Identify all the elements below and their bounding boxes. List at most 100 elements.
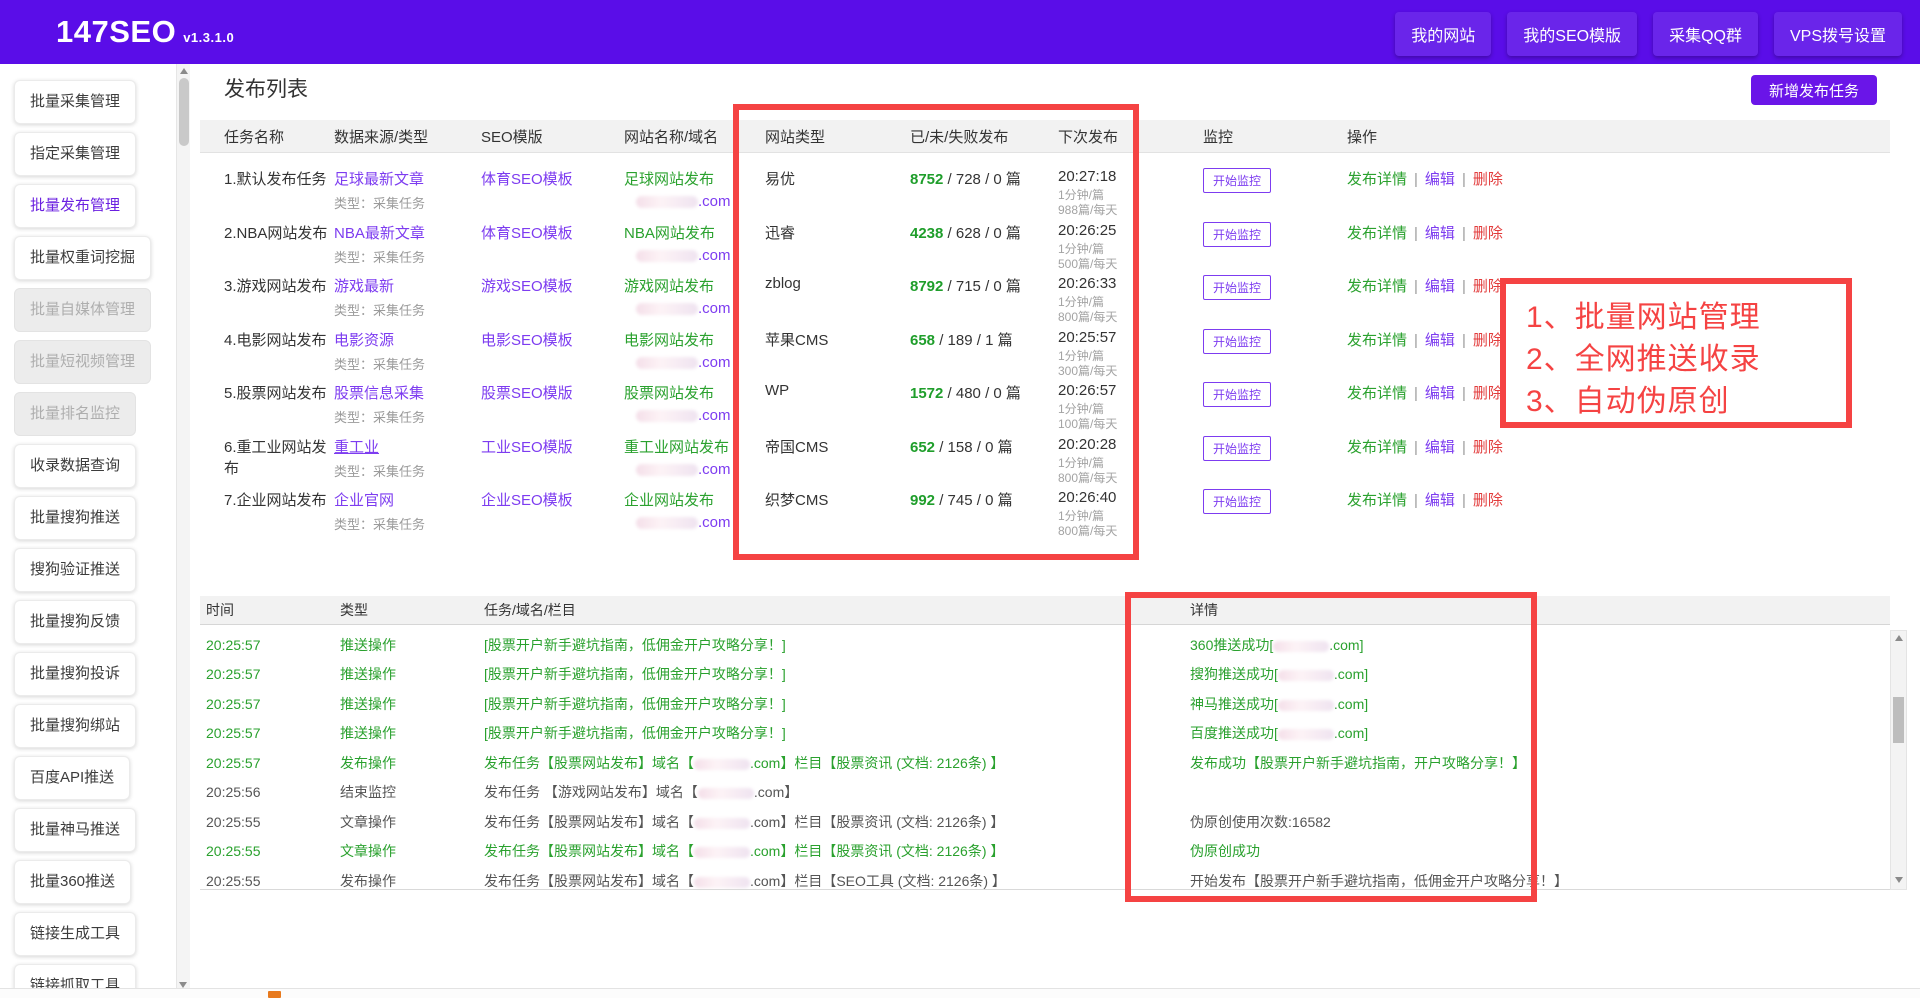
publish-detail-link[interactable]: 发布详情 [1347, 225, 1407, 242]
sidebar-item-16[interactable]: 批量360推送 [14, 860, 131, 904]
publish-detail-link[interactable]: 发布详情 [1347, 332, 1407, 349]
monitor-cell: 开始监控 [1203, 329, 1347, 371]
sidebar-item-5: 批量自媒体管理 [14, 288, 151, 332]
log-type: 推送操作 [340, 635, 484, 655]
data-source-link[interactable]: 游戏最新 [334, 278, 394, 295]
data-source-link[interactable]: 足球最新文章 [334, 171, 424, 188]
nav-item-3[interactable]: 采集QQ群 [1653, 12, 1758, 56]
log-detail: 360推送成功[.com] [1190, 635, 1890, 655]
sidebar-item-8[interactable]: 收录数据查询 [14, 444, 136, 488]
sidebar-item-13[interactable]: 批量搜狗绑站 [14, 704, 136, 748]
next-publish-cell: 20:26:571分钟/篇100篇/每天 [1058, 382, 1203, 424]
publish-detail-link[interactable]: 发布详情 [1347, 171, 1407, 188]
start-monitor-button[interactable]: 开始监控 [1203, 489, 1271, 514]
seo-template-link[interactable]: 体育SEO模板 [481, 171, 573, 188]
sidebar-item-3[interactable]: 批量发布管理 [14, 184, 136, 228]
publish-counts: 4238 / 628 / 0 篇 [910, 222, 1058, 264]
next-publish-time: 20:26:25 [1058, 222, 1203, 239]
start-monitor-button[interactable]: 开始监控 [1203, 222, 1271, 247]
sidebar-item-1[interactable]: 批量采集管理 [14, 80, 136, 124]
publish-table-row: 1.默认发布任务足球最新文章类型：采集任务体育SEO模板足球网站发布.com易优… [200, 156, 1890, 210]
log-scrollbar-thumb[interactable] [1893, 697, 1904, 743]
edit-link[interactable]: 编辑 [1425, 439, 1455, 456]
delete-link[interactable]: 删除 [1473, 492, 1503, 509]
edit-link[interactable]: 编辑 [1425, 385, 1455, 402]
next-publish-cell: 20:26:331分钟/篇800篇/每天 [1058, 275, 1203, 317]
delete-link[interactable]: 删除 [1473, 278, 1503, 295]
sidebar-item-17[interactable]: 链接生成工具 [14, 912, 136, 956]
delete-link[interactable]: 删除 [1473, 171, 1503, 188]
nav-item-4[interactable]: VPS拨号设置 [1774, 12, 1902, 56]
publish-detail-link[interactable]: 发布详情 [1347, 439, 1407, 456]
seo-template-link[interactable]: 电影SEO模板 [481, 332, 573, 349]
data-source-link[interactable]: 股票信息采集 [334, 385, 424, 402]
log-scrollbar[interactable] [1890, 630, 1907, 890]
log-detail-suffix: .com] [1334, 666, 1368, 682]
sidebar-item-10[interactable]: 搜狗验证推送 [14, 548, 136, 592]
sidebar-scrollbar[interactable] [176, 64, 190, 998]
site-domain[interactable]: .com [624, 407, 765, 424]
start-monitor-button[interactable]: 开始监控 [1203, 168, 1271, 193]
site-domain[interactable]: .com [624, 354, 765, 371]
data-source-link[interactable]: 重工业 [334, 439, 379, 456]
sidebar-item-9[interactable]: 批量搜狗推送 [14, 496, 136, 540]
scroll-up-icon[interactable] [1895, 635, 1903, 641]
site-domain[interactable]: .com [624, 247, 765, 264]
edit-link[interactable]: 编辑 [1425, 171, 1455, 188]
delete-link[interactable]: 删除 [1473, 385, 1503, 402]
delete-link[interactable]: 删除 [1473, 225, 1503, 242]
publish-detail-link[interactable]: 发布详情 [1347, 492, 1407, 509]
start-monitor-button[interactable]: 开始监控 [1203, 329, 1271, 354]
sidebar-scrollbar-thumb[interactable] [179, 78, 189, 146]
nav-item-1[interactable]: 我的网站 [1395, 12, 1491, 56]
delete-link[interactable]: 删除 [1473, 332, 1503, 349]
data-source-link[interactable]: NBA最新文章 [334, 225, 425, 242]
source-type-label: 类型：采集任务 [334, 461, 481, 480]
seo-template-link[interactable]: 企业SEO模板 [481, 492, 573, 509]
sidebar-item-4[interactable]: 批量权重词挖掘 [14, 236, 151, 280]
add-publish-task-button[interactable]: 新增发布任务 [1751, 75, 1877, 105]
sidebar-item-11[interactable]: 批量搜狗反馈 [14, 600, 136, 644]
start-monitor-button[interactable]: 开始监控 [1203, 436, 1271, 461]
seo-template-link[interactable]: 体育SEO模板 [481, 225, 573, 242]
edit-link[interactable]: 编辑 [1425, 278, 1455, 295]
publish-detail-link[interactable]: 发布详情 [1347, 278, 1407, 295]
sidebar-item-14[interactable]: 百度API推送 [14, 756, 130, 800]
next-publish-cell: 20:26:401分钟/篇800篇/每天 [1058, 489, 1203, 531]
data-source-link[interactable]: 电影资源 [334, 332, 394, 349]
seo-template-link[interactable]: 工业SEO模版 [481, 439, 573, 456]
start-monitor-button[interactable]: 开始监控 [1203, 382, 1271, 407]
data-source-link[interactable]: 企业官网 [334, 492, 394, 509]
sidebar-item-15[interactable]: 批量神马推送 [14, 808, 136, 852]
publish-detail-link[interactable]: 发布详情 [1347, 385, 1407, 402]
seo-template-link[interactable]: 股票SEO模版 [481, 385, 573, 402]
daily-line: 100篇/每天 [1058, 417, 1203, 432]
scroll-up-icon[interactable] [180, 68, 188, 74]
sidebar-item-2[interactable]: 指定采集管理 [14, 132, 136, 176]
published-count: 652 [910, 439, 935, 456]
delete-link[interactable]: 删除 [1473, 439, 1503, 456]
edit-link[interactable]: 编辑 [1425, 492, 1455, 509]
site-domain[interactable]: .com [624, 461, 765, 478]
log-detail-prefix: 百度推送成功[ [1190, 725, 1278, 741]
rate-line: 1分钟/篇 [1058, 456, 1203, 471]
start-monitor-button[interactable]: 开始监控 [1203, 275, 1271, 300]
nav-item-2[interactable]: 我的SEO模版 [1507, 12, 1637, 56]
task-name: 3.游戏网站发布 [224, 275, 334, 317]
site-domain[interactable]: .com [624, 193, 765, 210]
site-cell: 足球网站发布.com [624, 168, 765, 210]
rate-line: 1分钟/篇 [1058, 188, 1203, 203]
site-domain[interactable]: .com [624, 300, 765, 317]
sidebar-item-12[interactable]: 批量搜狗投诉 [14, 652, 136, 696]
publish-table-row: 2.NBA网站发布NBA最新文章类型：采集任务体育SEO模板NBA网站发布.co… [200, 210, 1890, 264]
log-detail: 伪原创成功 [1190, 841, 1890, 861]
edit-link[interactable]: 编辑 [1425, 332, 1455, 349]
site-domain[interactable]: .com [624, 514, 765, 531]
scroll-down-icon[interactable] [1895, 877, 1903, 883]
publish-table-header: 任务名称数据来源/类型SEO模版网站名称/域名网站类型已/未/失败发布下次发布监… [200, 120, 1890, 153]
log-time: 20:25:57 [206, 755, 340, 771]
publish-col-header: 网站类型 [765, 126, 910, 147]
seo-template-link[interactable]: 游戏SEO模板 [481, 278, 573, 295]
edit-link[interactable]: 编辑 [1425, 225, 1455, 242]
publish-rate: 1分钟/篇300篇/每天 [1058, 349, 1203, 379]
